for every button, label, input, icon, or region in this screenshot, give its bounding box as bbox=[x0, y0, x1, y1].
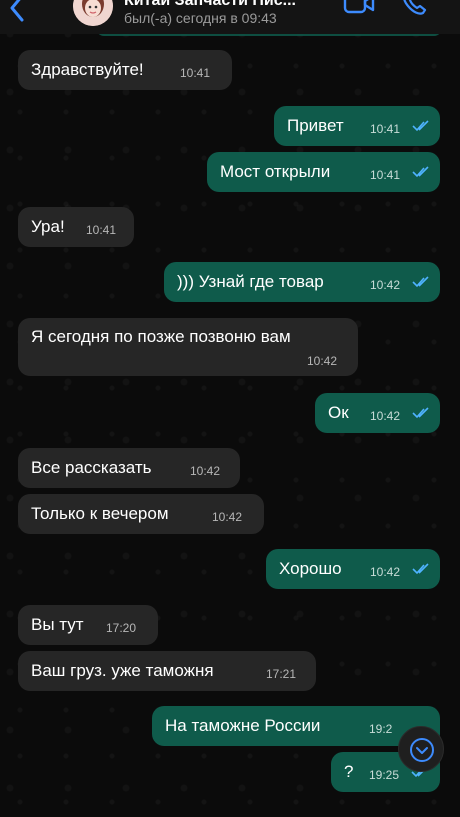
message-time: 10:42 bbox=[307, 354, 338, 368]
avatar-image bbox=[73, 0, 113, 26]
read-ticks-icon bbox=[412, 276, 429, 288]
message-time: 10:41 bbox=[370, 168, 401, 182]
message-time: 17:20 bbox=[106, 621, 137, 635]
message-time: 10:41 bbox=[370, 122, 401, 136]
message-text: Привет bbox=[287, 116, 344, 135]
message-bubble-incoming[interactable]: Все рассказать 10:42 bbox=[18, 448, 240, 488]
chat-title[interactable]: Китай Запчасти Пис... bbox=[124, 0, 324, 10]
message-text: Все рассказать bbox=[31, 458, 152, 477]
last-seen-status: был(-а) сегодня в 09:43 bbox=[124, 10, 277, 26]
message-bubble-incoming[interactable]: Вы тут 17:20 bbox=[18, 605, 158, 645]
message-text: Хорошо bbox=[279, 559, 342, 578]
message-bubble-incoming[interactable]: Ваш груз. уже таможня 17:21 bbox=[18, 651, 316, 691]
back-arrow-icon[interactable] bbox=[6, 0, 30, 22]
chevron-down-icon bbox=[410, 738, 434, 762]
read-ticks-icon bbox=[412, 120, 429, 132]
message-bubble-outgoing[interactable]: Мост открыли 10:41 bbox=[207, 152, 440, 192]
message-time: 19:2 bbox=[369, 722, 393, 736]
message-time: 10:42 bbox=[212, 510, 243, 524]
message-text: Здравствуйте! bbox=[31, 60, 144, 79]
read-ticks-icon bbox=[412, 563, 429, 575]
message-text: Ваш груз. уже таможня bbox=[31, 661, 214, 680]
message-bubble-incoming[interactable]: Ура! 10:41 bbox=[18, 207, 134, 247]
message-bubble-incoming[interactable]: Только к вечером 10:42 bbox=[18, 494, 264, 534]
message-bubble-incoming[interactable]: Я сегодня по позже позвоню вам 10:42 bbox=[18, 318, 358, 376]
message-time: 17:21 bbox=[266, 667, 297, 681]
message-time: 10:42 bbox=[370, 565, 401, 579]
message-bubble-outgoing[interactable]: Ок 10:42 bbox=[315, 393, 440, 433]
read-ticks-icon bbox=[412, 166, 429, 178]
avatar[interactable] bbox=[73, 0, 113, 26]
message-text: Только к вечером bbox=[31, 504, 169, 523]
message-time: 10:42 bbox=[370, 409, 401, 423]
message-time: 10:41 bbox=[180, 66, 211, 80]
message-time: 19:25 bbox=[369, 768, 400, 782]
message-time: 10:42 bbox=[190, 464, 221, 478]
chat-header: Китай Запчасти Пис... был(-а) сегодня в … bbox=[0, 0, 460, 34]
message-text: ))) Узнай где товар bbox=[177, 272, 324, 291]
read-ticks-icon bbox=[412, 407, 429, 419]
message-bubble-outgoing[interactable]: ))) Узнай где товар 10:42 bbox=[164, 262, 440, 302]
message-time: 10:42 bbox=[370, 278, 401, 292]
message-text: Вы тут bbox=[31, 615, 84, 634]
message-text: Мост открыли bbox=[220, 162, 331, 181]
video-call-icon[interactable] bbox=[343, 0, 375, 18]
message-text: Ок bbox=[328, 403, 349, 422]
message-time: 10:41 bbox=[86, 223, 117, 237]
message-bubble-outgoing[interactable]: Привет 10:41 bbox=[274, 106, 440, 146]
message-bubble-outgoing[interactable]: На таможне России 19:2 bbox=[152, 706, 440, 746]
message-bubble-outgoing[interactable]: Хорошо 10:42 bbox=[266, 549, 440, 589]
message-text: Ура! bbox=[31, 217, 65, 236]
scroll-to-bottom-button[interactable] bbox=[398, 726, 444, 772]
phone-call-icon[interactable] bbox=[400, 0, 428, 18]
message-text: Я сегодня по позже позвоню вам bbox=[31, 327, 291, 346]
message-bubble-incoming[interactable]: Здравствуйте! 10:41 bbox=[18, 50, 232, 90]
message-text: ? bbox=[344, 762, 354, 781]
message-text: На таможне России bbox=[165, 716, 321, 735]
